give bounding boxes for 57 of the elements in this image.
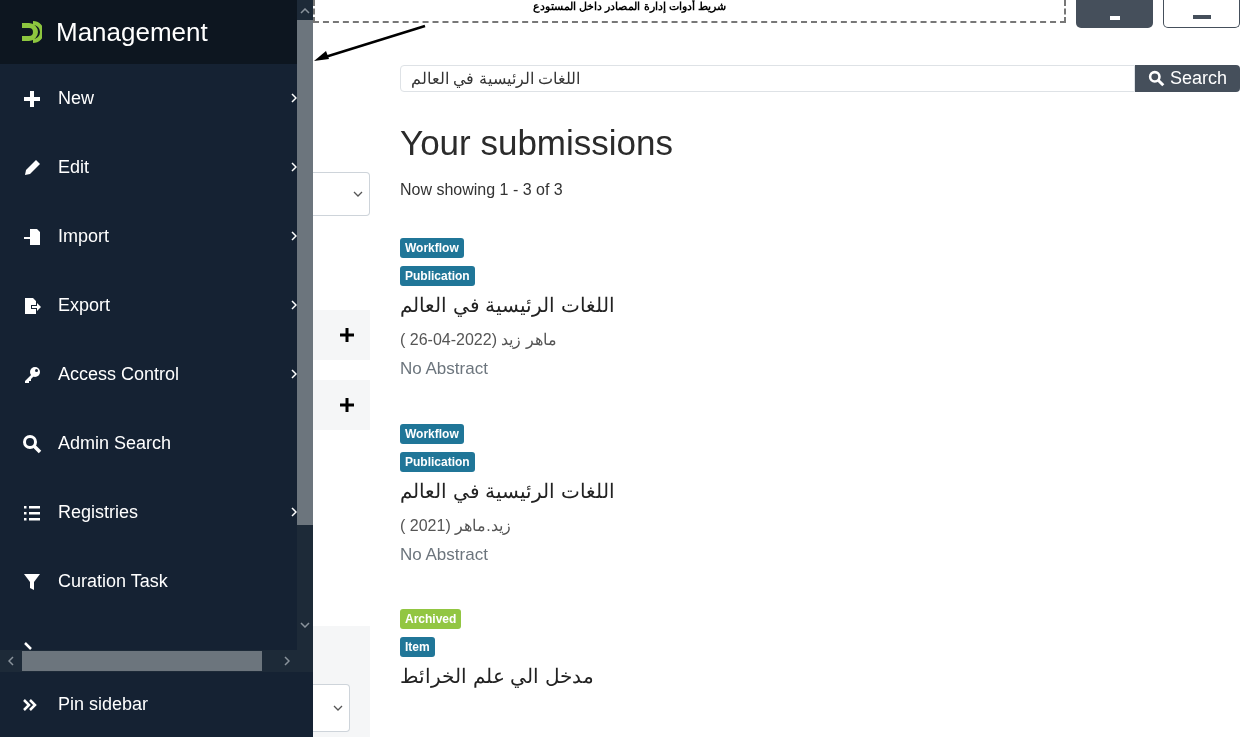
status-tag: Archived	[400, 609, 462, 629]
toolbar-button[interactable]	[1076, 0, 1153, 28]
horizontal-scrollbar[interactable]	[0, 650, 313, 672]
result-abstract: No Abstract	[400, 358, 488, 380]
sidebar-menu-item[interactable]: Registries	[0, 478, 297, 547]
caret-icon	[333, 705, 343, 711]
scroll-right-icon[interactable]	[284, 656, 290, 666]
sidebar-menu-item[interactable]: Edit	[0, 133, 297, 202]
sidebar-menu-item[interactable]: Admin Search	[0, 409, 297, 478]
button-icon	[1109, 16, 1120, 20]
plus-icon	[340, 398, 354, 412]
result-author-date: زيد.ماهر (2021 )	[400, 515, 511, 537]
select-field[interactable]	[313, 172, 370, 216]
sidebar-title: Management	[56, 15, 208, 49]
sidebar-menu-item[interactable]: Curation Task	[0, 547, 297, 616]
search-button[interactable]: Search	[1134, 65, 1240, 92]
search-icon	[1147, 70, 1165, 87]
sidebar-menu-item[interactable]: Import	[0, 202, 297, 271]
scrollbar-thumb[interactable]	[22, 651, 262, 671]
status-tag: Item	[400, 637, 435, 657]
result-author-date: ماهر زيد (2022-04-26 )	[400, 330, 557, 351]
toolbar-button[interactable]	[1163, 0, 1240, 28]
select-field[interactable]	[313, 684, 350, 732]
caret-icon	[353, 191, 363, 197]
pencil-icon	[22, 157, 42, 178]
plus-icon	[340, 328, 354, 342]
add-button[interactable]	[313, 380, 370, 430]
page-heading: Your submissions	[400, 122, 674, 164]
status-tag: Workflow	[400, 423, 464, 444]
sidebar-menu-item[interactable]: Access Control	[0, 340, 297, 409]
status-tag: Publication	[400, 451, 475, 472]
scrollbar-thumb[interactable]	[297, 20, 313, 525]
add-button[interactable]	[313, 310, 370, 360]
logo-icon	[20, 20, 42, 44]
file-export-icon	[22, 295, 42, 316]
status-tag: Workflow	[400, 238, 464, 258]
vertical-scrollbar[interactable]	[297, 0, 313, 650]
result-title[interactable]: اللغات الرئيسية في العالم	[400, 290, 615, 320]
status-tag: Publication	[400, 266, 475, 286]
chevron-right-icon	[24, 642, 33, 650]
key-icon	[22, 364, 42, 385]
result-count: Now showing 1 - 3 of 3	[400, 180, 564, 200]
scroll-up-icon[interactable]	[300, 8, 310, 14]
filter-icon	[22, 571, 42, 592]
search-field[interactable]: اللغات الرئيسية في العالم	[400, 65, 1135, 92]
double-chevron-icon	[22, 697, 38, 712]
scroll-down-icon[interactable]	[300, 622, 310, 628]
result-abstract: No Abstract	[400, 543, 488, 566]
file-import-icon	[22, 226, 42, 247]
scroll-left-icon[interactable]	[8, 656, 14, 666]
button-icon	[1192, 15, 1211, 19]
search-icon	[22, 433, 42, 454]
sidebar-menu-item[interactable]: Export	[0, 271, 297, 340]
sidebar-menu-item[interactable]: New	[0, 64, 297, 133]
result-title[interactable]: مدخل الي علم الخرائط	[400, 661, 594, 691]
result-title[interactable]: اللغات الرئيسية في العالم	[400, 475, 615, 506]
plus-icon	[22, 88, 42, 109]
